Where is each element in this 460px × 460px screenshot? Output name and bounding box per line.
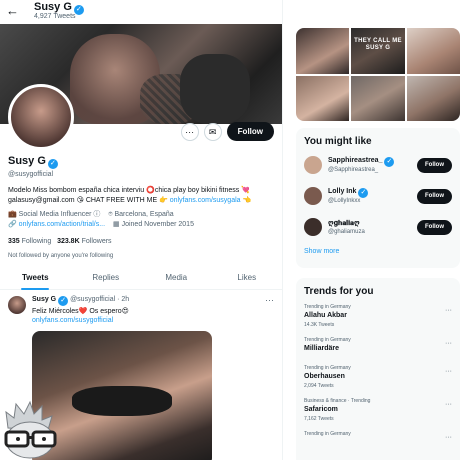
profile-category[interactable]: Social Media Influencer — [19, 211, 92, 218]
trend-more-icon[interactable]: ··· — [445, 340, 452, 347]
calendar-icon: ▦ — [113, 221, 120, 228]
user-avatar[interactable] — [304, 187, 322, 205]
verified-badge-icon: ✓ — [58, 296, 69, 306]
tweet-more-icon[interactable]: ··· — [265, 295, 274, 305]
tab-replies[interactable]: Replies — [71, 266, 142, 289]
trend-more-icon[interactable]: ··· — [445, 434, 452, 441]
tab-likes[interactable]: Likes — [212, 266, 283, 289]
verified-badge-icon: ✓ — [384, 157, 395, 167]
media-grid: THEY CALL ME SUSY G — [296, 28, 460, 121]
you-might-like-title: You might like — [304, 136, 372, 147]
profile-actions: ··· ✉ Follow — [180, 122, 274, 141]
location-icon: ⌾ — [108, 211, 113, 218]
trend-item[interactable]: Trending in Germany ··· — [296, 430, 460, 460]
profile-website[interactable]: onlyfans.com/action/trial/s... — [19, 221, 105, 228]
tweet-header: Susy G ✓ @susygofficial · 2h — [32, 296, 130, 306]
profile-info: Susy G ✓ @susygofficial Modelo Miss bombo… — [8, 155, 274, 259]
follow-button[interactable]: Follow — [417, 189, 452, 204]
profile-stats: 335 Following 323.8K Followers — [8, 238, 274, 245]
back-arrow-icon[interactable]: ← — [6, 3, 19, 18]
trends-title: Trends for you — [304, 286, 374, 297]
suggested-user[interactable]: Sapphireastrea_ ✓ @Sapphireastrea_ Follow — [296, 153, 460, 184]
tab-media[interactable]: Media — [141, 266, 212, 289]
trend-item[interactable]: Trending in Germany Allahu Akbar 14.3K T… — [296, 303, 460, 336]
more-options-button[interactable]: ··· — [180, 122, 199, 141]
follow-button[interactable]: Follow — [417, 220, 452, 235]
suggested-user[interactable]: Lolly Ink ✓ @LollyInkxx Follow — [296, 184, 460, 215]
media-thumb[interactable] — [406, 28, 460, 74]
trend-item[interactable]: Business & finance · Trending Safaricom … — [296, 397, 460, 430]
trend-more-icon[interactable]: ··· — [445, 401, 452, 408]
user-avatar[interactable] — [304, 218, 322, 236]
trend-more-icon[interactable]: ··· — [445, 368, 452, 375]
tweet-link[interactable]: onlyfans.com/susygofficial — [32, 317, 113, 324]
bio-link[interactable]: onlyfans.com/susygala — [170, 197, 241, 204]
briefcase-icon: 💼 — [8, 211, 17, 218]
header-tweet-count: 4,927 Tweets — [34, 13, 76, 20]
profile-bio: Modelo Miss bombom españa chica interviu… — [8, 187, 252, 204]
main-column: ← Susy G ✓ 4,927 Tweets ··· ✉ Follow Susy… — [0, 0, 283, 460]
profile-joined: Joined November 2015 — [121, 221, 194, 228]
suggested-user[interactable]: ღ𝐠𝐡𝐚𝐥𝐢𝐚ღ @ghaliamuza Follow — [296, 215, 460, 246]
link-icon: 🔗 — [8, 221, 17, 228]
trend-item[interactable]: Trending in Germany Oberhausen 2,094 Twe… — [296, 364, 460, 397]
media-thumb[interactable] — [296, 75, 350, 121]
verified-badge-icon: ✓ — [358, 188, 369, 198]
trend-item[interactable]: Trending in Germany Milliardäre ··· — [296, 336, 460, 364]
media-thumb[interactable] — [351, 75, 405, 121]
nerd-face-logo-icon — [4, 400, 57, 459]
tweet-avatar[interactable] — [8, 296, 26, 314]
profile-tabs: Tweets Replies Media Likes — [0, 266, 282, 290]
profile-avatar[interactable] — [8, 84, 74, 150]
profile-handle: @susygofficial — [8, 171, 54, 178]
tweet-text: Feliz Miércoles❤️ Os espero😍 — [32, 308, 129, 315]
tab-tweets[interactable]: Tweets — [0, 266, 71, 290]
media-thumb[interactable] — [296, 28, 350, 74]
you-might-like-card: You might like Sapphireastrea_ ✓ @Sapphir… — [296, 128, 460, 268]
profile-meta: 💼 Social Media Influencer ⓘ ⌾ Barcelona,… — [8, 211, 194, 228]
follow-button[interactable]: Follow — [226, 122, 274, 141]
followers-stat[interactable]: 323.8K Followers — [57, 238, 111, 245]
not-followed-note: Not followed by anyone you're following — [8, 253, 114, 259]
profile-location: Barcelona, España — [114, 211, 174, 218]
media-thumb[interactable] — [406, 75, 460, 121]
media-thumb[interactable]: THEY CALL ME SUSY G — [351, 28, 405, 74]
trends-card: Trends for you Trending in Germany Allah… — [296, 278, 460, 460]
following-stat[interactable]: 335 Following — [8, 238, 51, 245]
show-more-link[interactable]: Show more — [296, 246, 460, 257]
verified-badge-icon: ✓ — [47, 159, 58, 169]
message-button[interactable]: ✉ — [203, 122, 222, 141]
sidebar: THEY CALL ME SUSY G You might like Sapphi… — [284, 0, 460, 460]
user-avatar[interactable] — [304, 156, 322, 174]
profile-name: Susy G ✓ — [8, 155, 274, 169]
follow-button[interactable]: Follow — [417, 158, 452, 173]
profile-header-bar: ← Susy G ✓ 4,927 Tweets — [0, 0, 282, 24]
trend-more-icon[interactable]: ··· — [445, 307, 452, 314]
